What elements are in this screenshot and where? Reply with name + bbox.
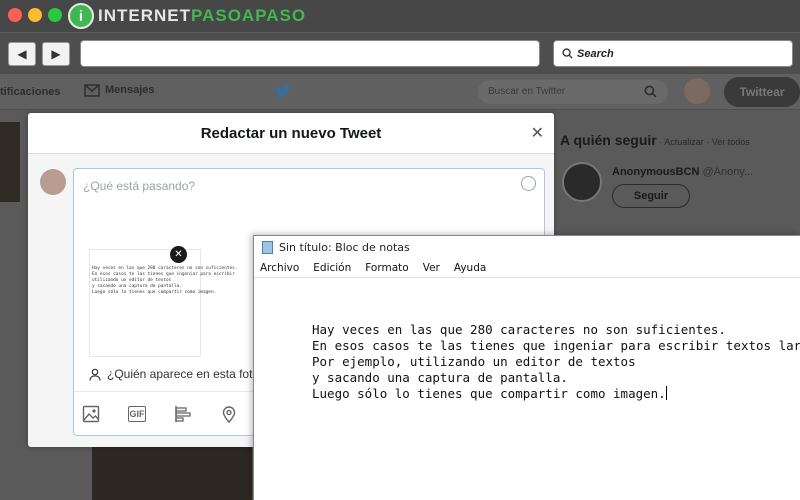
user-avatar[interactable] (684, 78, 710, 104)
nav-messages[interactable]: Mensajes (84, 84, 155, 97)
menu-edicion[interactable]: Edición (313, 262, 351, 274)
site-logo: i INTERNETPASOAPASO (68, 3, 306, 29)
url-bar[interactable] (80, 40, 540, 67)
twitter-nav: tificaciones Mensajes Buscar en Twitter … (0, 74, 800, 110)
twitter-bird-icon[interactable] (274, 84, 292, 99)
browser-toolbar: ◀ ▶ Search (0, 32, 800, 74)
close-icon[interactable]: ✕ (531, 123, 544, 143)
text-caret (665, 386, 667, 400)
search-icon (562, 48, 573, 59)
remove-image-button[interactable]: ✕ (170, 246, 187, 263)
notepad-window: Sin título: Bloc de notas Archivo Edició… (253, 235, 800, 500)
tweet-placeholder: ¿Qué está pasando? (83, 179, 196, 193)
nav-notifications[interactable]: tificaciones (0, 86, 61, 98)
menu-ayuda[interactable]: Ayuda (454, 262, 486, 274)
attached-image[interactable]: Hay veces en las que 280 caracteres no s… (89, 249, 237, 357)
composer-avatar (40, 169, 66, 195)
twitter-search-input[interactable]: Buscar en Twitter (478, 80, 668, 104)
notepad-title: Sin título: Bloc de notas (279, 240, 410, 254)
logo-text-internet: INTERNET (98, 6, 191, 25)
browser-search-input[interactable]: Search (553, 40, 793, 67)
background-image (0, 122, 20, 202)
text-line: Luego sólo lo tienes que compartir como … (312, 386, 666, 401)
follow-actions[interactable]: · Actualizar · Ver todos (657, 137, 750, 147)
forward-button[interactable]: ▶ (42, 42, 70, 66)
forward-arrow-icon: ▶ (51, 47, 61, 61)
search-placeholder: Search (577, 47, 614, 60)
location-icon[interactable] (220, 405, 238, 423)
notepad-titlebar[interactable]: Sin título: Bloc de notas (254, 236, 800, 258)
back-button[interactable]: ◀ (8, 42, 36, 66)
suggestion-avatar[interactable] (562, 162, 602, 202)
text-line: Por ejemplo, utilizando un editor de tex… (312, 354, 636, 369)
compose-toolbar: GIF (82, 405, 238, 423)
twitter-search-icon[interactable] (644, 85, 657, 98)
who-to-follow: A quién seguir · Actualizar · Ver todos … (560, 132, 800, 208)
gif-icon[interactable]: GIF (128, 406, 146, 422)
emoji-icon[interactable] (521, 176, 536, 191)
notepad-icon (262, 240, 273, 254)
minimize-window-button[interactable] (28, 8, 42, 22)
follow-button[interactable]: Seguir (612, 184, 690, 208)
browser-titlebar: i INTERNETPASOAPASO (0, 0, 800, 32)
close-window-button[interactable] (8, 8, 22, 22)
background-image (92, 446, 252, 500)
menu-archivo[interactable]: Archivo (260, 262, 299, 274)
tag-people-link[interactable]: ¿Quién aparece en esta foto? (89, 367, 266, 381)
suggestion-handle: @Anony... (702, 166, 754, 178)
follow-title: A quién seguir (560, 132, 657, 148)
suggestion-name[interactable]: AnonymousBCN (612, 166, 699, 178)
menu-ver[interactable]: Ver (423, 262, 440, 274)
logo-text-pasoapaso: PASOAPASO (191, 6, 307, 25)
notepad-menubar: Archivo Edición Formato Ver Ayuda (254, 258, 800, 278)
mail-icon (84, 84, 100, 97)
back-arrow-icon: ◀ (17, 47, 27, 61)
attached-image-text: Hay veces en las que 280 caracteres no s… (92, 266, 238, 295)
menu-formato[interactable]: Formato (365, 262, 408, 274)
text-line: y sacando una captura de pantalla. (312, 370, 568, 385)
poll-icon[interactable] (174, 405, 192, 423)
logo-icon: i (68, 3, 94, 29)
modal-header: Redactar un nuevo Tweet ✕ (28, 113, 554, 154)
person-icon (89, 368, 101, 381)
text-line: Hay veces en las que 280 caracteres no s… (312, 322, 726, 337)
image-icon[interactable] (82, 405, 100, 423)
text-line: En esos casos te las tienes que ingeniar… (312, 338, 800, 353)
zoom-window-button[interactable] (48, 8, 62, 22)
notepad-text-area[interactable]: Hay veces en las que 280 caracteres no s… (312, 322, 800, 402)
modal-title: Redactar un nuevo Tweet (200, 125, 382, 142)
tweet-button[interactable]: Twittear (724, 77, 800, 107)
